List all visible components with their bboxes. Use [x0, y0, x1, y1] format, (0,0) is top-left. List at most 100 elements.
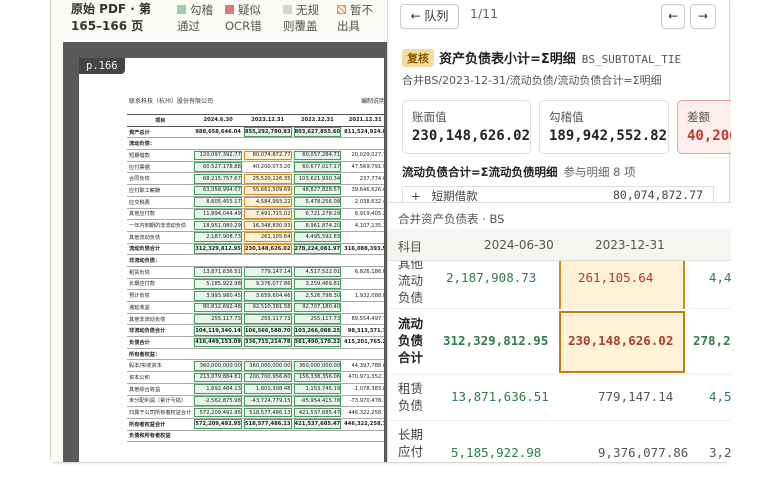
- pdf-value-cell[interactable]: 60,057,284.71: [292, 149, 343, 162]
- pdf-value-cell[interactable]: 4,517,522.01: [292, 266, 343, 279]
- pdf-value-cell[interactable]: 416,449,153.09: [193, 336, 243, 349]
- table-row[interactable]: 长期应付 5,185,922.98 9,376,077.86 3,2: [388, 421, 731, 462]
- pdf-value-cell[interactable]: 48,827,828.57: [292, 184, 343, 197]
- pdf-highlighted-cell[interactable]: 261,105.64: [242, 231, 293, 244]
- pdf-value-cell[interactable]: 1,153,745.19: [292, 383, 343, 396]
- pdf-value-cell[interactable]: 421,537,685.47: [292, 406, 343, 419]
- pdf-value-cell[interactable]: 200,700,956.60: [242, 371, 293, 384]
- pdf-table-row: 其他综合收益 1,692,484.13 1,601,308.48 1,153,745.…: [127, 383, 384, 396]
- pdf-value-cell[interactable]: 572,209,492.95: [193, 406, 243, 419]
- pdf-value-cell: [242, 137, 293, 151]
- legend-swatch-cover: [283, 5, 292, 14]
- pdf-value-cell[interactable]: 360,000,000.00: [193, 359, 243, 373]
- pdf-value-cell[interactable]: 80,812,692.48: [193, 301, 243, 314]
- pdf-value-cell[interactable]: 9,376,077.86: [242, 278, 293, 291]
- pdf-table-row: 预计负债 3,993,980.45 3,659,604.46 2,526,798.30…: [127, 289, 384, 302]
- pdf-value-cell[interactable]: -95,954,415.78: [292, 395, 343, 408]
- pdf-value-cell[interactable]: 855,292,780.93: [242, 126, 293, 139]
- pdf-value-cell[interactable]: 63,058,994.07: [193, 184, 243, 197]
- prev-button[interactable]: ←: [661, 4, 685, 29]
- expand-icon[interactable]: +: [411, 189, 421, 202]
- pdf-value-cell[interactable]: 4,495,592.83: [292, 231, 343, 244]
- pdf-value-cell[interactable]: 120,097,392.77: [193, 149, 243, 162]
- pdf-value-cell[interactable]: 336,715,214.78: [242, 336, 293, 349]
- pdf-row-label: 流动负债合计: [127, 243, 194, 256]
- pdf-value-cell[interactable]: 518,577,486.13: [242, 406, 293, 419]
- pdf-highlighted-cell[interactable]: 16,348,830.93: [242, 219, 293, 232]
- pdf-value-cell[interactable]: -43,724,779.15: [242, 395, 293, 408]
- pdf-value-cell[interactable]: 6,721,278.29: [292, 208, 343, 221]
- pdf-value-cell[interactable]: 360,000,000.00: [242, 359, 293, 373]
- pdf-value-cell[interactable]: 8,961,874.20: [292, 219, 343, 232]
- next-button[interactable]: →: [690, 4, 716, 29]
- pdf-value-cell[interactable]: 103,621,930.34: [292, 172, 343, 186]
- pdf-value-cell[interactable]: 255,117.73: [193, 313, 243, 326]
- bs-col-item: 科目: [398, 240, 423, 254]
- pdf-highlighted-cell[interactable]: 4,584,993.22: [242, 196, 293, 209]
- pdf-value-cell[interactable]: 803,627,855.60: [292, 126, 343, 139]
- pdf-value-cell[interactable]: 103,266,088.25: [292, 324, 343, 338]
- members-heading: 流动负债合计=Σ流动负债明细 参与明细 8 项: [402, 164, 636, 180]
- pdf-value-cell[interactable]: 106,566,588.70: [242, 324, 293, 338]
- pdf-value-cell[interactable]: 1,601,308.48: [242, 383, 293, 396]
- back-to-queue-button[interactable]: ← 队列: [400, 4, 459, 29]
- pdf-viewer[interactable]: p.166 联系科技（杭州）股份有限公司 编制说明号 项目 2024.6.30 …: [63, 42, 387, 462]
- pdf-value-cell[interactable]: 518,577,486.13: [242, 418, 293, 431]
- member-row[interactable]: + 短期借款 80,074,872.77: [402, 186, 714, 202]
- pdf-value-cell[interactable]: 421,537,685.47: [292, 418, 343, 431]
- bs-value: 4,5: [709, 389, 731, 404]
- pdf-value-cell: 1,932,088.0: [342, 289, 384, 302]
- pdf-value-cell[interactable]: 278,224,081.97: [292, 243, 343, 256]
- member-value: 80,074,872.77: [612, 188, 703, 202]
- pdf-value-cell[interactable]: 213,079,884.81: [193, 371, 243, 384]
- pdf-value-cell[interactable]: 18,951,080.29: [193, 219, 243, 232]
- pdf-value-cell[interactable]: 104,119,340.14: [193, 324, 243, 338]
- pdf-value-cell[interactable]: 92,510,381.58: [242, 301, 293, 314]
- pdf-value-cell[interactable]: 2,526,798.30: [292, 289, 343, 302]
- pdf-value-cell[interactable]: 60,527,178.88: [193, 161, 243, 174]
- pdf-value-cell[interactable]: 255,117.73: [242, 313, 293, 326]
- pdf-row-label: 归属于公司所有者权益合计: [127, 406, 194, 419]
- pdf-pane-header: 原始 PDF · 第 165–166 页 勾稽通过 疑似OCR错 无规则覆盖 暂…: [71, 0, 387, 40]
- table-row[interactable]: 流动负债合计 312,329,812.95 230,148,626.02 278…: [388, 309, 731, 375]
- pdf-value-cell[interactable]: 5,478,256.08: [292, 196, 343, 209]
- pdf-value-cell[interactable]: 60,677,017.17: [292, 161, 343, 174]
- bs-value: 4,4: [709, 270, 731, 285]
- pdf-value-cell[interactable]: 11,894,044.49: [193, 208, 243, 221]
- pdf-value-cell[interactable]: 3,993,980.45: [193, 289, 243, 302]
- pdf-highlighted-cell[interactable]: 230,148,626.02: [242, 243, 293, 256]
- pdf-value-cell[interactable]: 92,707,180.40: [292, 301, 343, 314]
- pdf-table-row: 资产总计 988,658,646.04 855,292,780.93 803,627,…: [127, 126, 384, 139]
- pdf-value-cell[interactable]: 156,338,356.06: [292, 371, 343, 384]
- pdf-highlighted-cell[interactable]: 80,074,872.77: [242, 149, 293, 162]
- pdf-value-cell[interactable]: 255,117.73: [292, 313, 343, 326]
- pdf-value-cell[interactable]: 2,187,908.73: [193, 231, 243, 244]
- pdf-highlighted-cell[interactable]: 55,661,509.69: [242, 184, 293, 197]
- table-row[interactable]: 其他流动负债 2,187,908.73 261,105.64 4,4: [388, 261, 731, 309]
- pdf-value-cell[interactable]: -2,562,875.98: [193, 395, 243, 408]
- pdf-value-cell: -73,970,478.1: [342, 395, 384, 408]
- pdf-value-cell[interactable]: 3,659,604.46: [242, 289, 293, 302]
- pdf-value-cell[interactable]: 360,000,000.00: [292, 359, 343, 373]
- pdf-value-cell[interactable]: 779,147.14: [242, 266, 293, 279]
- pdf-value-cell[interactable]: 5,185,922.98: [193, 278, 243, 291]
- table-row[interactable]: 租赁负债 13,871,636.51 779,147.14 4,5: [388, 375, 731, 421]
- bs-table-body[interactable]: 其他流动负债 2,187,908.73 261,105.64 4,4 流动负债合…: [388, 261, 731, 462]
- bs-value: 261,105.64: [578, 270, 654, 285]
- pdf-value-cell[interactable]: 68,215,757.67: [193, 172, 243, 186]
- bs-value: 13,871,636.51: [451, 389, 549, 404]
- pdf-value-cell[interactable]: 8,605,455.17: [193, 196, 243, 209]
- pdf-value-cell[interactable]: 3,259,469.81: [292, 278, 343, 291]
- pdf-value-cell[interactable]: 13,871,636.51: [193, 266, 243, 279]
- pdf-value-cell[interactable]: 381,490,170.22: [292, 336, 343, 349]
- pdf-value-cell[interactable]: 312,329,812.95: [193, 243, 243, 256]
- pdf-highlighted-cell[interactable]: 25,520,126.35: [242, 172, 293, 186]
- pdf-value-cell: 47,569,791.9: [342, 161, 384, 174]
- pdf-value-cell[interactable]: 572,209,492.95: [193, 418, 243, 431]
- pdf-pane: 原始 PDF · 第 165–166 页 勾稽通过 疑似OCR错 无规则覆盖 暂…: [51, 0, 388, 462]
- pdf-highlighted-cell[interactable]: 7,491,715.02: [242, 208, 293, 221]
- pdf-value-cell[interactable]: 1,692,484.13: [193, 383, 243, 396]
- card-value: 230,148,626.02: [412, 128, 531, 144]
- pdf-table-row: 短期借款 120,097,392.77 80,074,872.77 60,057,28…: [127, 149, 384, 162]
- pdf-value-cell: 316,088,393.5: [342, 243, 384, 256]
